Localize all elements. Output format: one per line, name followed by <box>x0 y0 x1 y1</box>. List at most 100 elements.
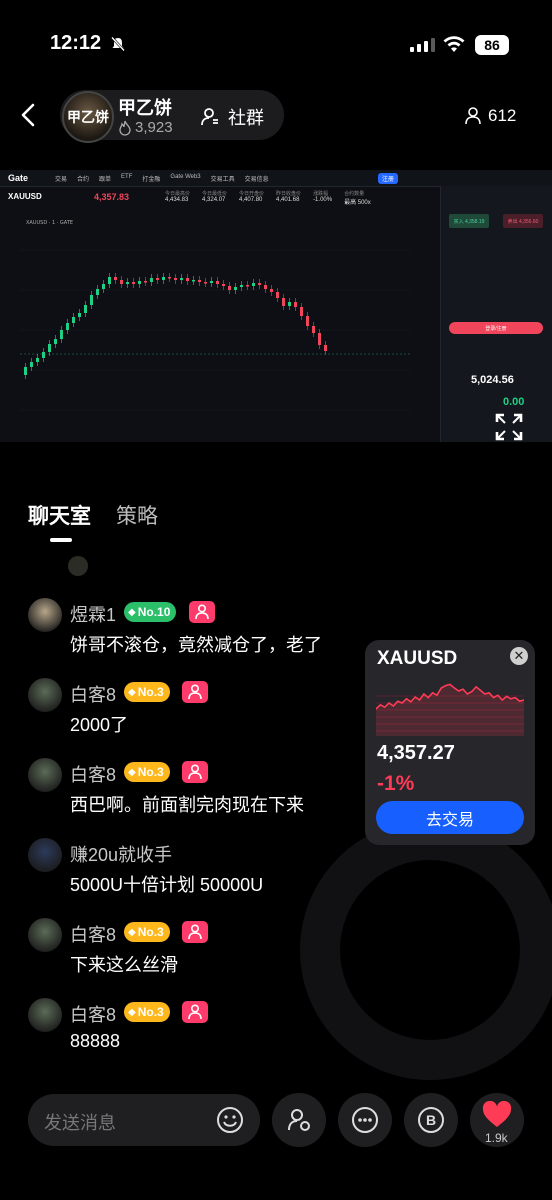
candle-body <box>240 285 243 287</box>
room-count-value: 3,923 <box>135 119 173 136</box>
card-price: 4,357.27 <box>377 742 455 764</box>
tab-chat-room[interactable]: 聊天室 <box>28 500 91 530</box>
candle-body <box>72 317 75 323</box>
room-name: 甲乙饼 <box>118 98 172 118</box>
back-arrow-icon[interactable] <box>18 103 40 127</box>
candle-body <box>138 281 141 284</box>
candle-body <box>108 277 111 284</box>
user-avatar[interactable] <box>28 598 62 632</box>
message-text: 饼哥不滚仓，竟然减仓了，老了 <box>70 635 322 655</box>
exchange-stat: 昨日收盘价 4,401.68 <box>276 190 301 206</box>
card-symbol: XAUUSD <box>377 648 458 669</box>
wifi-icon <box>443 36 465 52</box>
candle-body <box>306 316 309 326</box>
message-text: 西巴啊。前面割完肉现在下来 <box>70 795 304 815</box>
user-avatar[interactable] <box>28 918 62 952</box>
message-username[interactable]: 赚20u就收手 <box>70 841 172 867</box>
candle-body <box>288 302 291 306</box>
exchange-stats: 今日最高价 4,434.83 今日最低价 4,324.07 今日开盘价 4,407.80 昨… <box>165 190 371 206</box>
more-options-button[interactable] <box>338 1093 392 1147</box>
user-avatar[interactable] <box>28 838 62 872</box>
shared-trading-screenshot[interactable]: Gate 交易 合约 跟单 ETF 打金融 Gate Web3 交易工具 交易信息 注册 XA… <box>0 170 552 442</box>
candle-body <box>282 298 285 306</box>
chart-label: XAUUSD · 1 · GATE <box>26 220 73 226</box>
exchange-stat-value: 最高 500x <box>344 200 371 206</box>
candle-body <box>156 278 159 280</box>
candle-body <box>270 289 273 292</box>
tab-active-indicator <box>50 538 72 542</box>
candle-body <box>42 352 45 358</box>
exchange-stat-value: 4,434.83 <box>165 197 189 203</box>
candle-body <box>204 282 207 284</box>
candle-body <box>312 326 315 333</box>
level-badge: ◆ No.3 <box>124 922 170 942</box>
level-text: No.3 <box>137 925 164 939</box>
candle-body <box>90 295 93 305</box>
mention-user-button[interactable] <box>272 1093 326 1147</box>
message-username[interactable]: 白客8 <box>70 921 116 947</box>
fan-badge <box>182 681 208 703</box>
candle-body <box>120 280 123 284</box>
message-username[interactable]: 白客8 <box>70 681 116 707</box>
message-text: 88888 <box>70 1031 121 1051</box>
room-heat-count: 3,923 <box>118 119 173 136</box>
exchange-stat-label: 合约数量 <box>344 191 365 197</box>
exchange-nav-item: 打金融 <box>142 177 161 183</box>
close-icon[interactable]: ✕ <box>510 647 528 665</box>
exchange-logo: Gate <box>8 173 29 183</box>
exchange-stat: 合约数量最高 500x <box>344 190 371 206</box>
candle-body <box>48 344 51 352</box>
message-text: 2000了 <box>70 715 129 735</box>
candle-body <box>192 280 195 282</box>
fan-heart-icon <box>188 1004 202 1020</box>
level-text: No.3 <box>137 765 164 779</box>
exchange-stat: 今日最高价 4,434.83 <box>165 190 190 206</box>
candle-body <box>144 281 147 283</box>
members-count: 612 <box>488 106 517 125</box>
diamond-icon: ◆ <box>128 926 136 938</box>
trade-button[interactable]: 去交易 <box>376 801 524 834</box>
exchange-topbar: Gate 交易 合约 跟单 ETF 打金融 Gate Web3 交易工具 交易信息 注册 <box>0 170 552 187</box>
exchange-nav-item: 交易信息 <box>244 177 269 183</box>
candle-body <box>222 284 225 286</box>
fan-heart-icon <box>188 924 202 940</box>
message-username[interactable]: 白客8 <box>70 1001 116 1027</box>
emoji-icon[interactable] <box>216 1106 244 1134</box>
exchange-price: 4,357.83 <box>94 192 130 202</box>
message-username[interactable]: 白客8 <box>70 761 116 787</box>
like-count: 1.9k <box>485 1131 508 1145</box>
heart-icon <box>482 1101 512 1127</box>
exchange-stat-label: 涨跌幅 <box>313 191 329 197</box>
exchange-nav-item: Gate Web3 <box>170 174 201 180</box>
level-badge: ◆ No.3 <box>124 762 170 782</box>
coin-button[interactable]: B <box>404 1093 458 1147</box>
candle-body <box>246 285 249 287</box>
members-count-button[interactable]: 612 <box>465 106 516 126</box>
candle-body <box>84 305 87 313</box>
diamond-icon: ◆ <box>128 686 136 698</box>
community-label: 社群 <box>228 108 264 128</box>
message-username[interactable]: 煜霖1 <box>70 601 116 627</box>
fan-badge <box>182 921 208 943</box>
candle-body <box>78 313 81 317</box>
user-avatar[interactable] <box>28 678 62 712</box>
fullscreen-expand-icon[interactable] <box>494 412 524 442</box>
user-avatar[interactable] <box>28 758 62 792</box>
exchange-order-panel: 买入 4,358.19 卖出 4,356.60 登录/注册 5,024.56 0… <box>440 186 552 442</box>
user-avatar[interactable] <box>28 998 62 1032</box>
level-badge: ◆ No.3 <box>124 1002 170 1022</box>
candle-body <box>216 281 219 284</box>
tab-strategy[interactable]: 策略 <box>116 500 158 530</box>
candle-body <box>210 281 213 283</box>
more-dots-icon <box>352 1107 378 1133</box>
fan-heart-icon <box>195 604 209 620</box>
flame-icon <box>119 120 131 136</box>
background-watermark <box>300 820 552 1080</box>
svg-text:B: B <box>426 1112 436 1128</box>
community-button[interactable]: 社群 <box>200 104 264 130</box>
exchange-stat: 涨跌幅 -1.00% <box>313 190 332 206</box>
community-icon <box>201 108 218 126</box>
room-avatar[interactable]: 甲乙饼 <box>62 91 114 143</box>
candle-body <box>318 333 321 345</box>
candle-body <box>162 277 165 280</box>
